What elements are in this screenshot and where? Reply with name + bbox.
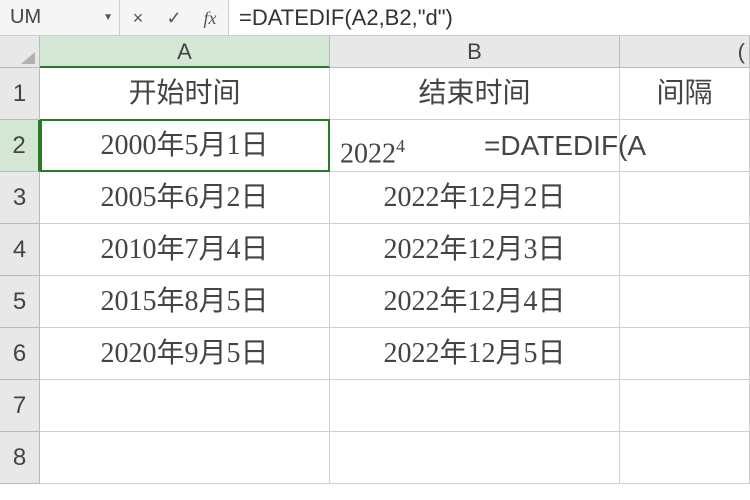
row-header-5[interactable]: 5 (0, 276, 40, 328)
cell-A2[interactable]: 2000年5月1日 (40, 120, 330, 172)
cell-C2[interactable]: =DATEDIF(A (620, 120, 750, 172)
formula-bar: UM ▼ × ✓ fx =DATEDIF(A2,B2,"d") (0, 0, 750, 36)
table-row: 6 2020年9月5日 2022年12月5日 (0, 328, 750, 380)
fx-icon[interactable]: fx (192, 0, 228, 36)
table-row: 5 2015年8月5日 2022年12月4日 (0, 276, 750, 328)
cell-C2-overflow: =DATEDIF(A (480, 120, 646, 172)
name-box-text: UM (6, 6, 103, 29)
name-box[interactable]: UM ▼ (0, 0, 120, 35)
column-header-B[interactable]: B (330, 36, 620, 68)
cell-B3[interactable]: 2022年12月2日 (330, 172, 620, 224)
cell-A1[interactable]: 开始时间 (40, 68, 330, 120)
select-all-corner[interactable] (0, 36, 40, 68)
column-header-C[interactable]: ( (620, 36, 750, 68)
cell-C1[interactable]: 间隔 (620, 68, 750, 120)
cell-A8[interactable] (40, 432, 330, 484)
cell-A5[interactable]: 2015年8月5日 (40, 276, 330, 328)
row-header-4[interactable]: 4 (0, 224, 40, 276)
cell-A3[interactable]: 2005年6月2日 (40, 172, 330, 224)
cell-C7[interactable] (620, 380, 750, 432)
spreadsheet-grid: A B ( 1 开始时间 结束时间 间隔 2 2000年5月1日 20224 =… (0, 36, 750, 484)
cell-B2-value: 2022 (340, 138, 396, 169)
cell-B2-marker: 4 (396, 136, 405, 156)
cell-C4[interactable] (620, 224, 750, 276)
chevron-down-icon[interactable]: ▼ (103, 12, 113, 23)
cell-A6[interactable]: 2020年9月5日 (40, 328, 330, 380)
table-row: 3 2005年6月2日 2022年12月2日 (0, 172, 750, 224)
row-header-6[interactable]: 6 (0, 328, 40, 380)
cell-C8[interactable] (620, 432, 750, 484)
table-row: 4 2010年7月4日 2022年12月3日 (0, 224, 750, 276)
row-header-7[interactable]: 7 (0, 380, 40, 432)
cell-B5[interactable]: 2022年12月4日 (330, 276, 620, 328)
cell-C5[interactable] (620, 276, 750, 328)
cell-A4[interactable]: 2010年7月4日 (40, 224, 330, 276)
column-header-A[interactable]: A (40, 36, 330, 68)
cell-B8[interactable] (330, 432, 620, 484)
cell-A7[interactable] (40, 380, 330, 432)
table-row: 1 开始时间 结束时间 间隔 (0, 68, 750, 120)
cancel-icon[interactable]: × (120, 0, 156, 36)
row-header-3[interactable]: 3 (0, 172, 40, 224)
cell-C3[interactable] (620, 172, 750, 224)
cell-B1[interactable]: 结束时间 (330, 68, 620, 120)
formula-input[interactable]: =DATEDIF(A2,B2,"d") (229, 0, 750, 35)
cell-B6[interactable]: 2022年12月5日 (330, 328, 620, 380)
cell-B4[interactable]: 2022年12月3日 (330, 224, 620, 276)
table-row: 7 (0, 380, 750, 432)
table-row: 8 (0, 432, 750, 484)
formula-bar-buttons: × ✓ fx (120, 0, 229, 35)
cell-C6[interactable] (620, 328, 750, 380)
table-row: 2 2000年5月1日 20224 =DATEDIF(A (0, 120, 750, 172)
rows: 1 开始时间 结束时间 间隔 2 2000年5月1日 20224 =DATEDI… (0, 68, 750, 484)
column-headers: A B ( (40, 36, 750, 68)
row-header-1[interactable]: 1 (0, 68, 40, 120)
cell-B7[interactable] (330, 380, 620, 432)
row-header-2[interactable]: 2 (0, 120, 40, 172)
row-header-8[interactable]: 8 (0, 432, 40, 484)
confirm-icon[interactable]: ✓ (156, 0, 192, 36)
